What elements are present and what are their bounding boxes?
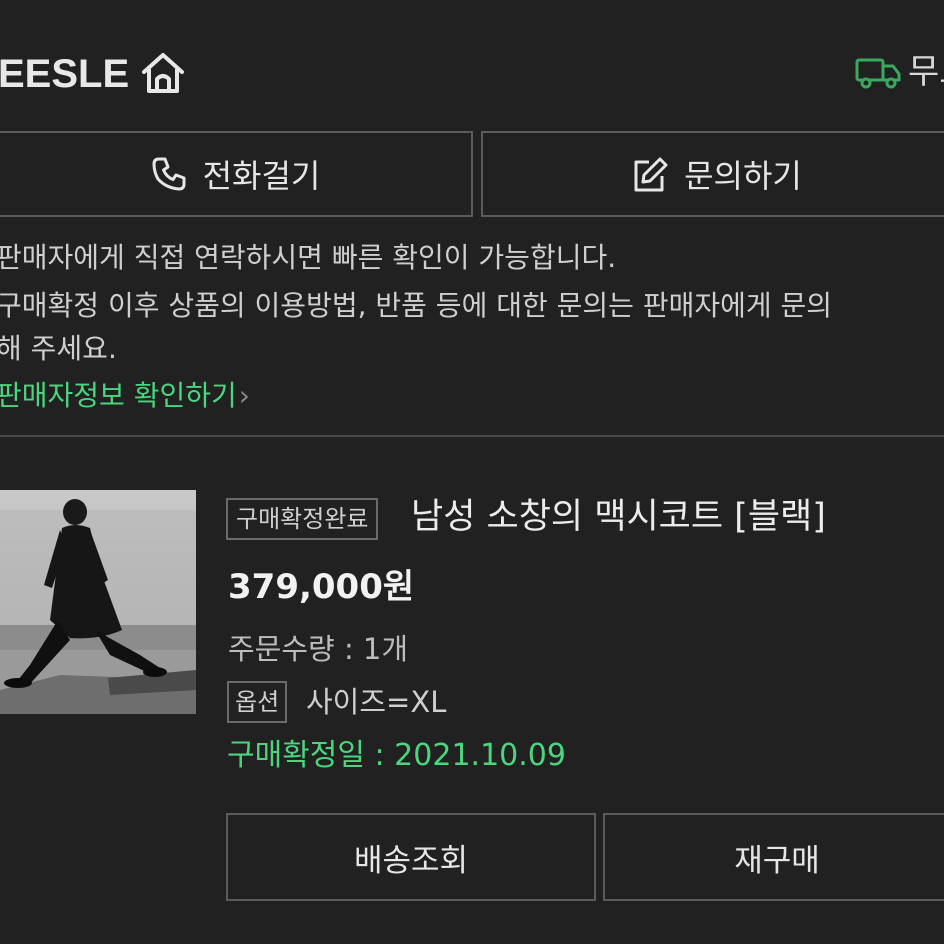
product-price: 379,000원 (228, 567, 415, 607)
home-icon[interactable] (140, 52, 186, 94)
shipping-text: 무료 (908, 52, 944, 92)
option-badge: 옵션 (227, 681, 288, 723)
section-divider (0, 435, 944, 437)
truck-icon (855, 56, 901, 90)
track-delivery-label: 배송조회 (353, 842, 469, 879)
purchase-confirm-date: 구매확정일 : 2021.10.09 (227, 738, 566, 773)
store-name[interactable]: EESLE (0, 52, 129, 96)
seller-info-link-label: 판매자정보 확인하기 (0, 379, 237, 412)
track-delivery-button[interactable]: 배송조회 (226, 813, 596, 901)
notice-line-3: 해 주세요. (0, 332, 117, 365)
phone-icon (149, 154, 189, 194)
inquiry-button-label: 문의하기 (684, 157, 802, 195)
order-quantity: 주문수량 : 1개 (228, 632, 409, 666)
call-button[interactable]: 전화걸기 (0, 131, 473, 217)
store-header: EESLE 무료 (0, 48, 944, 100)
seller-info-link[interactable]: 판매자정보 확인하기› (0, 378, 250, 414)
call-button-label: 전화걸기 (202, 157, 321, 195)
notice-line-1: 판매자에게 직접 연락하시면 빠른 확인이 가능합니다. (0, 241, 617, 274)
notice-line-2: 구매확정 이후 상품의 이용방법, 반품 등에 대한 문의는 판매자에게 문의 (0, 289, 833, 322)
rebuy-label: 재구매 (734, 842, 820, 879)
option-value: 사이즈=XL (306, 685, 447, 719)
chevron-right-icon: › (238, 379, 250, 412)
inquiry-button[interactable]: 문의하기 (481, 131, 944, 217)
product-title[interactable]: 남성 소창의 맥시코트 [블랙] (411, 494, 826, 540)
status-badge: 구매확정완료 (226, 498, 379, 540)
rebuy-button[interactable]: 재구매 (603, 813, 944, 901)
product-thumbnail[interactable] (0, 490, 196, 714)
edit-icon (630, 154, 670, 194)
